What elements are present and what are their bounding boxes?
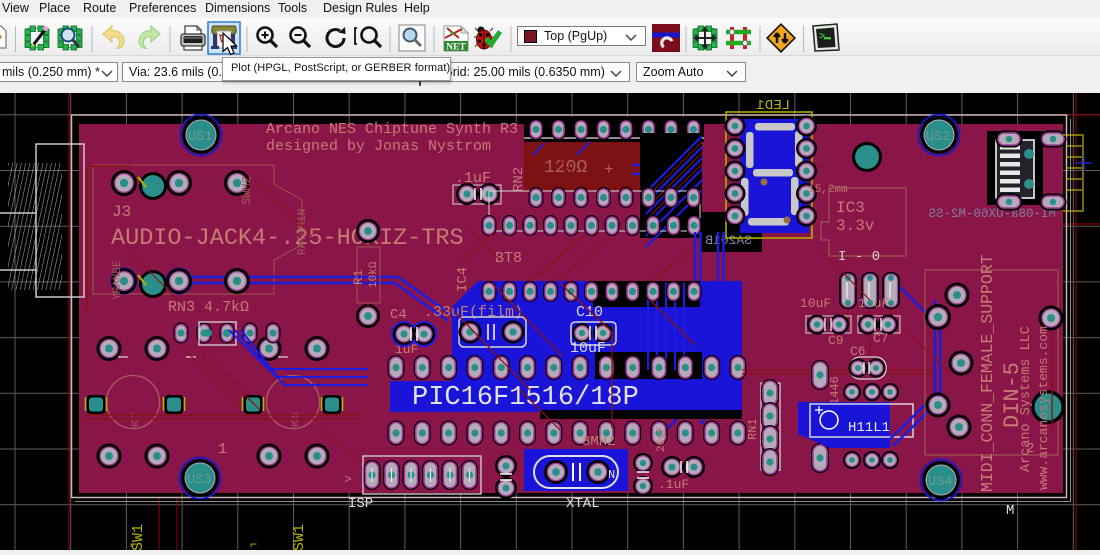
svg-text:N: N — [608, 468, 615, 482]
svg-text:SA201B: SA201B — [705, 233, 752, 248]
svg-text:3.3v: 3.3v — [836, 217, 875, 235]
svg-text:H11L1: H11L1 — [848, 420, 890, 436]
svg-text:www.arcanosystems.com: www.arcanosystems.com — [1036, 326, 1051, 490]
svg-text:IC4: IC4 — [455, 267, 471, 292]
svg-text:⌐: ⌐ — [250, 538, 257, 550]
svg-text:LED1: LED1 — [756, 98, 790, 114]
svg-text:20pF: 20pF — [656, 426, 668, 452]
svg-text:R1: R1 — [351, 269, 366, 285]
svg-text:MI-08a-UX60-M2-SS: MI-08a-UX60-M2-SS — [928, 207, 1056, 221]
svg-text:15,2mm: 15,2mm — [808, 184, 848, 196]
svg-text:10kΩ: 10kΩ — [368, 261, 380, 288]
svg-text:J3: J3 — [112, 203, 131, 221]
svg-text:.1uF: .1uF — [658, 477, 689, 492]
svg-text:+: + — [604, 161, 614, 179]
svg-text:⌐: ⌐ — [130, 538, 137, 550]
svg-text:NET: NET — [446, 43, 466, 53]
svg-text:US3: US3 — [187, 473, 211, 488]
svg-text:SWM2: SWM2 — [240, 176, 254, 205]
svg-text:2: 2 — [1026, 441, 1034, 457]
svg-text:8MHz: 8MHz — [582, 434, 616, 450]
svg-text:I - 0: I - 0 — [838, 249, 880, 265]
svg-text:designed by Jonas Nystrom: designed by Jonas Nystrom — [266, 138, 491, 155]
svg-text:ISP: ISP — [348, 496, 373, 512]
svg-text:YRANBE: YRANBE — [112, 260, 124, 300]
svg-text:AUDIO-JACK4-.25-HORIZ-TRS: AUDIO-JACK4-.25-HORIZ-TRS — [111, 225, 464, 252]
svg-text:XTAL: XTAL — [566, 496, 600, 512]
svg-text:US1: US1 — [188, 130, 212, 145]
svg-text:PIC16F1516/18P: PIC16F1516/18P — [412, 383, 639, 413]
svg-text:MSW1: MSW1 — [291, 524, 308, 550]
svg-text:.33uF(film): .33uF(film) — [424, 304, 523, 321]
svg-text:1 uF: 1 uF — [858, 296, 889, 311]
svg-text:MIDI_CONN_FEMALE_SUPPORT: MIDI_CONN_FEMALE_SUPPORT — [978, 254, 997, 492]
svg-text:IC3: IC3 — [836, 199, 865, 217]
svg-text:1446: 1446 — [828, 376, 842, 405]
svg-text:Arcano NES Chiptune Synth R3: Arcano NES Chiptune Synth R3 — [266, 121, 518, 138]
svg-text:10uF: 10uF — [800, 296, 831, 311]
svg-text:>: > — [344, 472, 352, 487]
svg-text:C9: C9 — [828, 333, 844, 348]
svg-text:1: 1 — [218, 441, 227, 458]
svg-text:US2: US2 — [926, 130, 950, 145]
svg-text:C10: C10 — [576, 304, 603, 321]
svg-text:10uF: 10uF — [570, 340, 606, 357]
svg-text:120Ω: 120Ω — [544, 158, 587, 178]
svg-text:RN1: RN1 — [746, 418, 760, 440]
svg-text:C7: C7 — [873, 331, 889, 346]
svg-text:C4: C4 — [390, 307, 407, 323]
svg-text:M: M — [1006, 503, 1014, 519]
svg-text:US4: US4 — [928, 475, 952, 490]
